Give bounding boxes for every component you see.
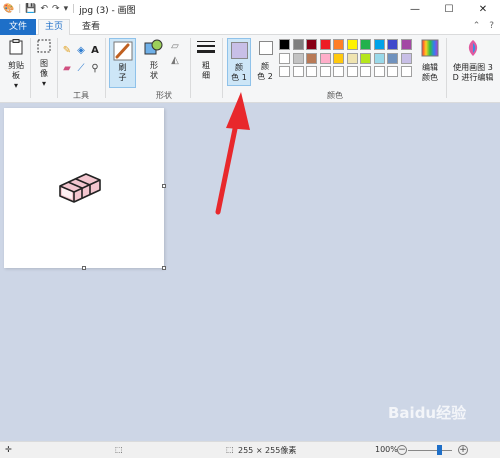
zoom-slider-track[interactable] xyxy=(408,450,452,451)
watermark: Baidu经验 xyxy=(388,404,467,422)
zoom-slider-thumb[interactable] xyxy=(437,445,442,455)
selection-size-icon: ⬚ xyxy=(115,445,123,454)
status-bar: ✛ ⬚ ⬚ 255 × 255像素 100% − + xyxy=(0,441,500,458)
image-size-text: 255 × 255像素 xyxy=(238,446,297,455)
zoom-out-button[interactable]: − xyxy=(397,445,407,455)
zoom-in-button[interactable]: + xyxy=(458,445,468,455)
annotation-arrow xyxy=(215,92,250,215)
cursor-position-icon: ✛ xyxy=(5,445,12,454)
zoom-level: 100% xyxy=(375,445,398,454)
image-size-icon: ⬚ xyxy=(226,445,234,454)
